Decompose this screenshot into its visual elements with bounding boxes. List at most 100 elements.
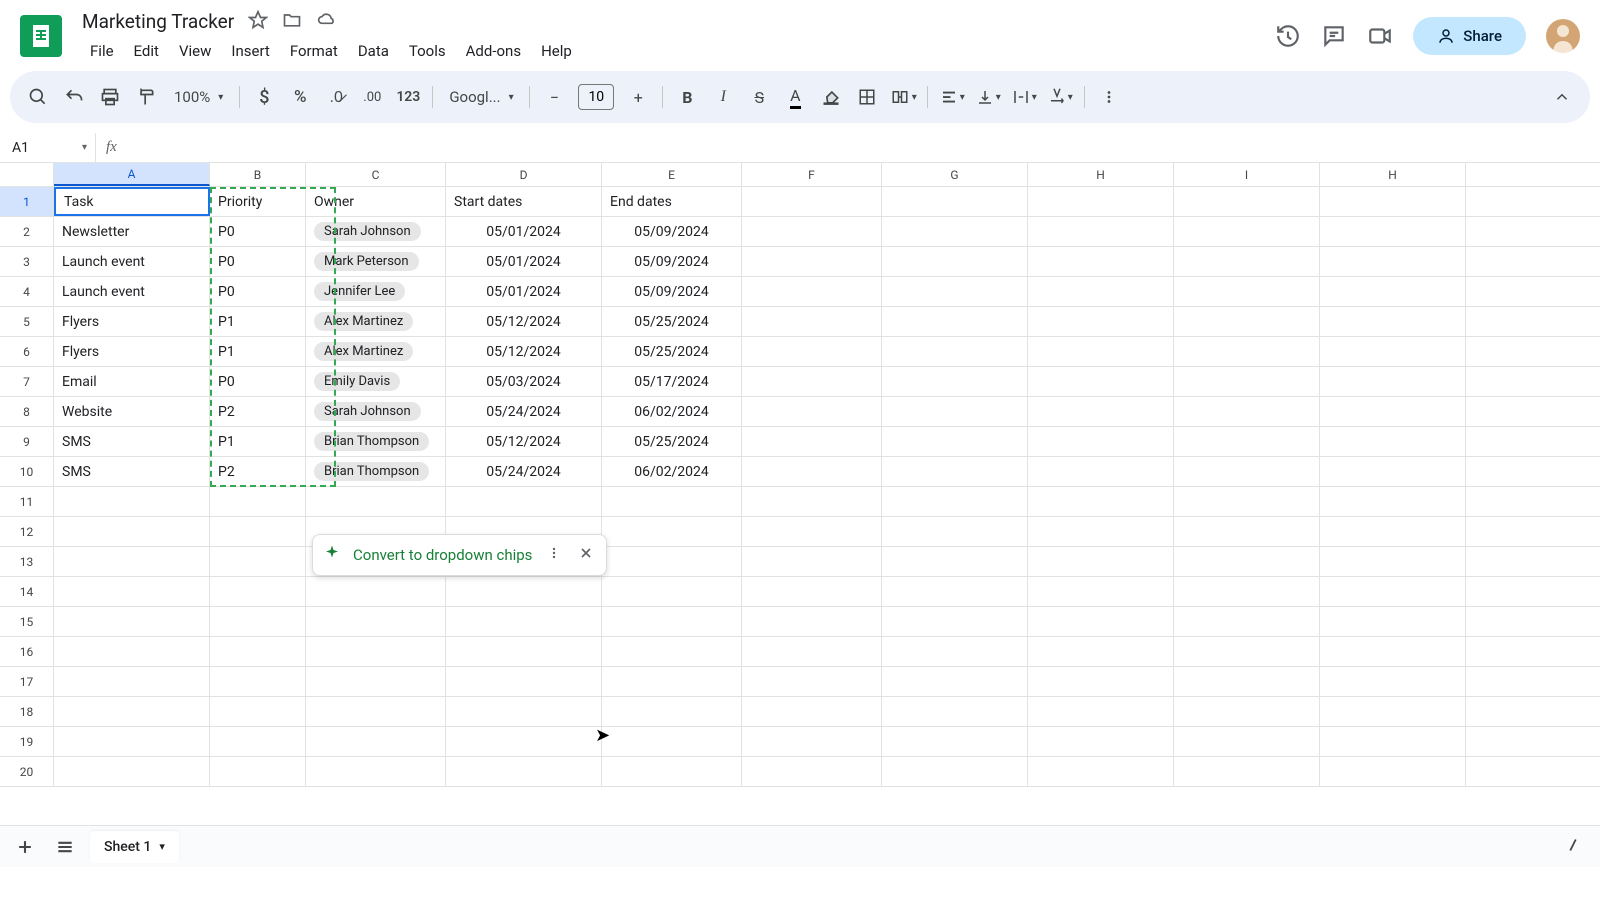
cell[interactable]: [742, 547, 882, 576]
cell[interactable]: [210, 517, 306, 546]
cell[interactable]: 06/02/2024: [602, 397, 742, 426]
row-header[interactable]: 20: [0, 757, 54, 786]
cell[interactable]: [1174, 457, 1320, 486]
text-rotate-icon[interactable]: [1044, 81, 1076, 113]
cell[interactable]: [1174, 757, 1320, 786]
cell[interactable]: 05/12/2024: [446, 427, 602, 456]
cell[interactable]: [210, 667, 306, 696]
cell[interactable]: [1320, 607, 1466, 636]
cell[interactable]: [1174, 307, 1320, 336]
cell[interactable]: [742, 577, 882, 606]
cell[interactable]: [742, 427, 882, 456]
row-header[interactable]: 15: [0, 607, 54, 636]
cell[interactable]: [1028, 367, 1174, 396]
cell[interactable]: [882, 577, 1028, 606]
cell[interactable]: [306, 637, 446, 666]
cell[interactable]: [882, 607, 1028, 636]
text-color-icon[interactable]: A: [779, 81, 811, 113]
cell[interactable]: [742, 487, 882, 516]
cell[interactable]: [602, 547, 742, 576]
row-header[interactable]: 19: [0, 727, 54, 756]
cell[interactable]: [1174, 487, 1320, 516]
cell[interactable]: [1174, 727, 1320, 756]
cell[interactable]: [1028, 727, 1174, 756]
col-header[interactable]: D: [446, 163, 602, 186]
cell[interactable]: [742, 757, 882, 786]
cell[interactable]: [742, 697, 882, 726]
cell[interactable]: [1320, 217, 1466, 246]
row-header[interactable]: 1: [0, 187, 54, 216]
cell[interactable]: [602, 727, 742, 756]
cell[interactable]: Start dates: [446, 187, 602, 216]
cell[interactable]: P1: [210, 307, 306, 336]
cell[interactable]: [1320, 697, 1466, 726]
account-avatar[interactable]: [1546, 19, 1580, 53]
cell[interactable]: [54, 607, 210, 636]
row-header[interactable]: 14: [0, 577, 54, 606]
font-size-decrease[interactable]: −: [538, 81, 570, 113]
cell[interactable]: P2: [210, 457, 306, 486]
row-header[interactable]: 9: [0, 427, 54, 456]
italic-icon[interactable]: I: [707, 81, 739, 113]
currency-icon[interactable]: $: [248, 81, 280, 113]
cell[interactable]: [1174, 337, 1320, 366]
cell[interactable]: [602, 757, 742, 786]
cell[interactable]: Task: [54, 187, 210, 216]
cell[interactable]: [602, 697, 742, 726]
row-header[interactable]: 3: [0, 247, 54, 276]
cell[interactable]: [210, 727, 306, 756]
col-header[interactable]: H: [1320, 163, 1466, 186]
row-header[interactable]: 17: [0, 667, 54, 696]
cell[interactable]: 05/12/2024: [446, 307, 602, 336]
cell[interactable]: [446, 727, 602, 756]
cell[interactable]: [54, 697, 210, 726]
cell[interactable]: [742, 667, 882, 696]
row-header[interactable]: 5: [0, 307, 54, 336]
cell[interactable]: [742, 637, 882, 666]
col-header[interactable]: I: [1174, 163, 1320, 186]
cell[interactable]: P2: [210, 397, 306, 426]
col-header[interactable]: F: [742, 163, 882, 186]
cell[interactable]: [306, 727, 446, 756]
cell[interactable]: [306, 487, 446, 516]
cell[interactable]: [742, 607, 882, 636]
meet-icon[interactable]: [1367, 23, 1393, 49]
cell[interactable]: [742, 367, 882, 396]
cell[interactable]: Sarah Johnson: [306, 397, 446, 426]
cell[interactable]: [54, 547, 210, 576]
cell[interactable]: [882, 337, 1028, 366]
zoom-select[interactable]: 100%: [166, 84, 231, 110]
share-button[interactable]: Share: [1413, 17, 1526, 55]
cell[interactable]: [446, 607, 602, 636]
col-header[interactable]: A: [54, 163, 210, 186]
cell[interactable]: Launch event: [54, 247, 210, 276]
cell[interactable]: [602, 607, 742, 636]
sheets-logo[interactable]: [20, 15, 62, 57]
cell[interactable]: [1174, 517, 1320, 546]
cell[interactable]: [1174, 397, 1320, 426]
col-header[interactable]: E: [602, 163, 742, 186]
cell[interactable]: [882, 487, 1028, 516]
cell[interactable]: [742, 217, 882, 246]
print-icon[interactable]: [94, 81, 126, 113]
history-icon[interactable]: [1275, 23, 1301, 49]
percent-icon[interactable]: %: [284, 81, 316, 113]
menu-edit[interactable]: Edit: [126, 40, 167, 62]
sheet-tab[interactable]: Sheet 1 ▾: [90, 831, 179, 863]
people-chip[interactable]: Jennifer Lee: [314, 282, 405, 301]
cell[interactable]: [882, 187, 1028, 216]
cell[interactable]: [1320, 517, 1466, 546]
cell[interactable]: 05/25/2024: [602, 307, 742, 336]
cell[interactable]: [306, 607, 446, 636]
row-header[interactable]: 7: [0, 367, 54, 396]
cell[interactable]: [1320, 187, 1466, 216]
cell[interactable]: P1: [210, 427, 306, 456]
menu-tools[interactable]: Tools: [401, 40, 454, 62]
cell[interactable]: [54, 637, 210, 666]
cell[interactable]: [446, 637, 602, 666]
cell[interactable]: [742, 277, 882, 306]
people-chip[interactable]: Alex Martinez: [314, 312, 413, 331]
row-header[interactable]: 6: [0, 337, 54, 366]
cell[interactable]: [446, 757, 602, 786]
cell[interactable]: Mark Peterson: [306, 247, 446, 276]
